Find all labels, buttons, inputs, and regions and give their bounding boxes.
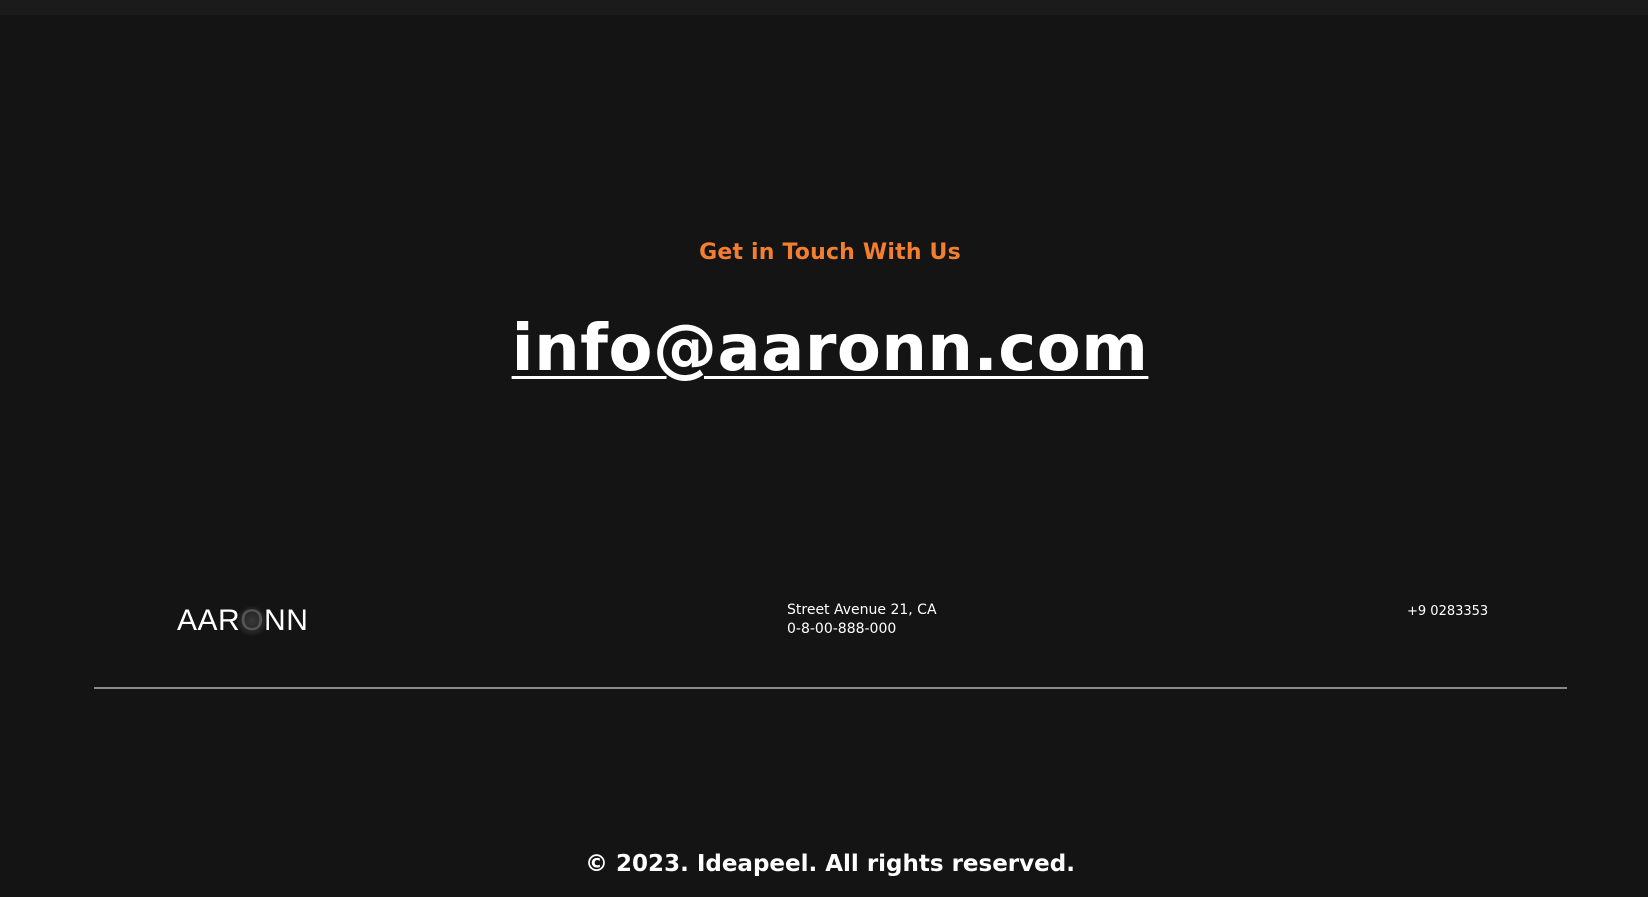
email-link[interactable]: info@aaronn.com [512, 312, 1149, 386]
footer-divider [94, 687, 1567, 689]
footer-address: Street Avenue 21, CA 0-8-00-888-000 [787, 601, 937, 639]
footer-phone[interactable]: +9 0283353 [1407, 603, 1488, 621]
contact-heading: Get in Touch With Us [699, 240, 961, 265]
address-line-2: 0-8-00-888-000 [787, 621, 897, 637]
top-strip [0, 0, 1648, 15]
address-line-1: Street Avenue 21, CA [787, 602, 937, 618]
email-link-wrapper: info@aaronn.com [0, 314, 1648, 400]
logo-text-end: NN [264, 604, 309, 637]
copyright-text: © 2023. Ideapeel. All rights reserved. [585, 851, 1075, 877]
page: Get in Touch With Us info@aaronn.com AAR… [0, 0, 1648, 897]
logo-text-start: AAR [177, 604, 241, 637]
footer-logo[interactable]: AARONN [177, 601, 308, 641]
logo-letter-o: O [237, 601, 268, 641]
